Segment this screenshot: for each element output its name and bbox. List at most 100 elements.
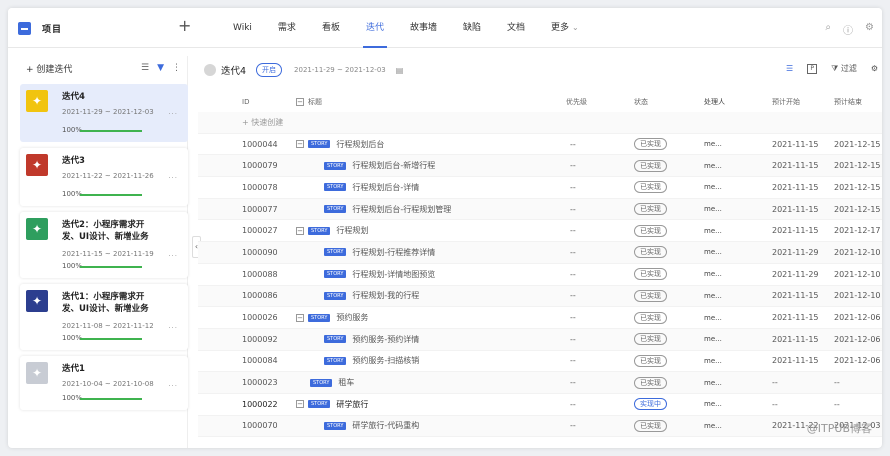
filter-icon[interactable]: ▼ [157, 63, 164, 73]
row-title[interactable]: STORY 行程规划-我的行程 [324, 290, 419, 301]
more-icon[interactable]: ⋮ [172, 63, 181, 73]
row-end[interactable]: 2021-12-15 [834, 140, 881, 149]
nav-item-0[interactable]: Wiki [220, 8, 265, 48]
nav-item-1[interactable]: 需求 [265, 8, 309, 48]
col-priority[interactable]: 优先级 [566, 97, 587, 107]
row-priority[interactable]: -- [570, 248, 576, 257]
board-view-icon[interactable]: P [807, 63, 818, 74]
row-start[interactable]: 2021-11-15 [772, 161, 819, 170]
table-row[interactable]: 1000086 STORY 行程规划-我的行程 -- 已实现 me... 2021-11-1… [198, 285, 882, 308]
table-row[interactable]: 1000026 − STORY 预约服务 -- 已实现 me... 2021-11-15 202… [198, 307, 882, 329]
nav-item-4[interactable]: 故事墙 [397, 8, 450, 48]
row-priority[interactable]: -- [570, 270, 576, 279]
col-id[interactable]: ID [242, 98, 249, 106]
nav-item-3[interactable]: 迭代 [353, 8, 397, 48]
table-row[interactable]: 1000084 STORY 预约服务-扫描核销 -- 已实现 me... 2021-11-1… [198, 351, 882, 373]
row-state[interactable]: 已实现 [634, 376, 667, 389]
row-owner[interactable]: me... [704, 270, 722, 278]
row-state[interactable]: 已实现 [634, 289, 667, 302]
settings-icon[interactable]: ⚙ [871, 64, 878, 73]
row-end[interactable]: 2021-12-10 [834, 291, 881, 300]
row-priority[interactable]: -- [570, 161, 576, 170]
row-owner[interactable]: me... [704, 400, 722, 408]
nav-item-7[interactable]: 更多 ⌄ [538, 8, 592, 48]
sort-icon[interactable]: ☰ [141, 63, 149, 73]
row-start[interactable]: -- [772, 400, 778, 409]
table-row[interactable]: 1000078 STORY 行程规划后台-详情 -- 已实现 me... 2021-11-1… [198, 177, 882, 199]
iteration-status-badge[interactable]: 开启 [256, 63, 283, 77]
row-state[interactable]: 已实现 [634, 268, 667, 281]
row-start[interactable]: 2021-11-15 [772, 226, 819, 235]
row-owner[interactable]: me... [704, 292, 722, 300]
collapse-all-icon[interactable]: − [296, 98, 304, 106]
col-state[interactable]: 状态 [634, 97, 648, 107]
row-title[interactable]: − STORY 研学旅行 [296, 399, 368, 410]
row-state[interactable]: 已实现 [634, 224, 667, 237]
row-end[interactable]: 2021-12-15 [834, 183, 881, 192]
table-row[interactable]: 1000044 − STORY 行程规划后台 -- 已实现 me... 2021-11-15 2… [198, 134, 882, 156]
row-state[interactable]: 已实现 [634, 159, 667, 172]
row-owner[interactable]: me... [704, 379, 722, 387]
filter-button[interactable]: ⧩ 过滤 [831, 63, 857, 74]
row-start[interactable]: 2021-11-15 [772, 140, 819, 149]
row-end[interactable]: 2021-12-10 [834, 248, 881, 257]
col-owner[interactable]: 处理人 [704, 97, 725, 107]
row-title[interactable]: − STORY 预约服务 [296, 312, 368, 323]
row-owner[interactable]: me... [704, 248, 722, 256]
table-row[interactable]: 1000088 STORY 行程规划-详情地图预览 -- 已实现 me... 2021-11… [198, 264, 882, 286]
row-owner[interactable]: me... [704, 227, 722, 235]
row-title[interactable]: STORY 行程规划后台-详情 [324, 182, 419, 193]
row-state[interactable]: 已实现 [634, 333, 667, 346]
row-title[interactable]: − STORY 行程规划 [296, 225, 368, 236]
table-row[interactable]: 1000027 − STORY 行程规划 -- 已实现 me... 2021-11-15 202… [198, 220, 882, 243]
row-start[interactable]: 2021-11-15 [772, 291, 819, 300]
settings-icon[interactable]: ⚙ [865, 22, 874, 37]
row-end[interactable]: 2021-12-15 [834, 205, 881, 214]
row-state[interactable]: 实现中 [634, 398, 667, 411]
row-priority[interactable]: -- [570, 335, 576, 344]
row-start[interactable]: 2021-11-29 [772, 270, 819, 279]
row-owner[interactable]: me... [704, 183, 722, 191]
iteration-card[interactable]: ✦ 迭代1：小程序需求开发、UI设计、新增业务 2021-11-08 ~ 2021-… [20, 284, 188, 350]
row-end[interactable]: -- [834, 400, 840, 409]
row-priority[interactable]: -- [570, 226, 576, 235]
add-icon[interactable]: + [178, 18, 191, 34]
row-priority[interactable]: -- [570, 313, 576, 322]
calendar-icon[interactable]: ▤ [396, 66, 404, 75]
col-start[interactable]: 预计开始 [772, 97, 800, 107]
row-end[interactable]: 2021-12-06 [834, 313, 881, 322]
table-row[interactable]: 1000070 STORY 研学旅行-代码重构 -- 已实现 me... 2021-11-2… [198, 415, 882, 438]
iteration-card[interactable]: ✦ 迭代3 2021-11-22 ~ 2021-11-26... 100% [20, 148, 188, 206]
row-start[interactable]: 2021-11-15 [772, 335, 819, 344]
row-title[interactable]: − STORY 行程规划后台 [296, 139, 384, 150]
row-start[interactable]: 2021-11-15 [772, 205, 819, 214]
row-owner[interactable]: me... [704, 335, 722, 343]
row-end[interactable]: 2021-12-06 [834, 335, 881, 344]
row-title[interactable]: STORY 预约服务-扫描核销 [324, 355, 419, 366]
collapse-icon[interactable]: − [296, 400, 304, 409]
row-state[interactable]: 已实现 [634, 181, 667, 194]
row-start[interactable]: -- [772, 378, 778, 387]
row-owner[interactable]: me... [704, 162, 722, 170]
row-start[interactable]: 2021-11-15 [772, 313, 819, 322]
row-title[interactable]: STORY 行程规划后台-新增行程 [324, 160, 435, 171]
row-end[interactable]: 2021-12-17 [834, 226, 881, 235]
row-title[interactable]: STORY 行程规划后台-行程规划管理 [324, 204, 451, 215]
row-owner[interactable]: me... [704, 205, 722, 213]
row-state[interactable]: 已实现 [634, 354, 667, 367]
iteration-card[interactable]: ✦ 迭代1 2021-10-04 ~ 2021-10-08... 100% [20, 356, 188, 410]
project-name[interactable]: 项目 [42, 22, 62, 35]
table-row[interactable]: 1000079 STORY 行程规划后台-新增行程 -- 已实现 me... 2021-11… [198, 155, 882, 178]
iteration-card[interactable]: ✦ 迭代2：小程序需求开发、UI设计、新增业务 2021-11-15 ~ 2021-… [20, 212, 188, 278]
help-icon[interactable]: ⓘ [843, 22, 853, 37]
table-row[interactable]: 1000077 STORY 行程规划后台-行程规划管理 -- 已实现 me... 2021-… [198, 198, 882, 221]
row-priority[interactable]: -- [570, 140, 576, 149]
search-icon[interactable]: ⌕ [825, 22, 831, 37]
row-priority[interactable]: -- [570, 183, 576, 192]
menu-icon[interactable] [18, 22, 31, 35]
row-end[interactable]: -- [834, 378, 840, 387]
row-priority[interactable]: -- [570, 400, 576, 409]
row-title[interactable]: STORY 预约服务-预约详情 [324, 334, 419, 345]
row-priority[interactable]: -- [570, 421, 576, 430]
col-title[interactable]: − 标题 [296, 97, 322, 107]
